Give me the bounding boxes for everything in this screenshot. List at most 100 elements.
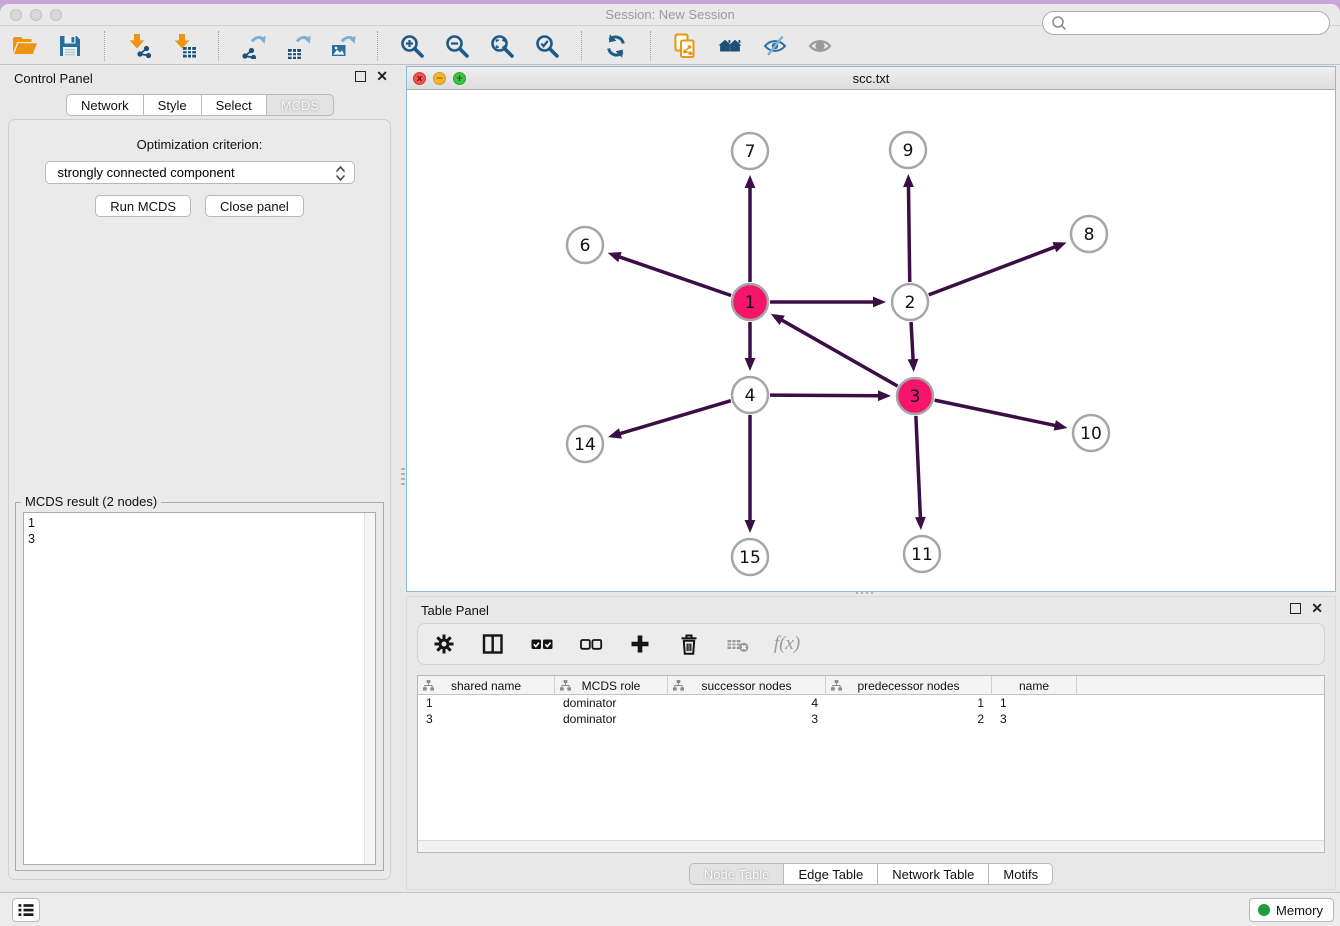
table-tab-node-table[interactable]: Node Table [689, 863, 785, 885]
graph-edge-1-6[interactable] [618, 256, 731, 295]
mcds-result-lines: 13 [28, 515, 371, 547]
memory-status-dot [1258, 904, 1270, 916]
graph-edge-2-8[interactable] [929, 246, 1057, 294]
table-row[interactable]: 3dominator323 [418, 711, 1324, 727]
table-cell[interactable]: dominator [555, 695, 668, 711]
search-icon [1050, 14, 1068, 32]
control-panel-title: Control Panel [14, 71, 93, 86]
delete-row-icon[interactable] [677, 632, 701, 656]
graph-arrowhead-4-3 [878, 390, 891, 401]
mcds-tab-content: Optimization criterion: strongly connect… [8, 119, 391, 880]
function-builder-icon: f(x) [775, 632, 799, 656]
graph-edge-3-10[interactable] [935, 400, 1057, 426]
add-row-icon[interactable] [628, 632, 652, 656]
table-cell[interactable]: 3 [992, 711, 1077, 727]
graph-node-label-2: 2 [905, 293, 916, 313]
close-panel-icon[interactable]: ✕ [376, 71, 388, 82]
zoom-selected-icon[interactable] [534, 33, 560, 59]
clone-network-icon[interactable] [672, 33, 698, 59]
optimization-criterion-dropdown[interactable]: strongly connected component [45, 161, 355, 184]
vertical-splitter-grip[interactable] [401, 468, 405, 486]
hide-details-icon[interactable] [762, 33, 788, 59]
graph-node-label-9: 9 [903, 141, 914, 161]
graph-edge-4-14[interactable] [619, 401, 731, 434]
mcds-result-groupbox: MCDS result (2 nodes) 13 [15, 502, 384, 871]
network-canvas[interactable]: 7968124314101511 [407, 91, 1335, 591]
toolbar-separator [377, 31, 378, 61]
save-session-icon[interactable] [57, 33, 83, 59]
tab-select[interactable]: Select [201, 94, 267, 116]
columns-icon[interactable] [481, 632, 505, 656]
table-close-panel-icon[interactable]: ✕ [1311, 603, 1323, 614]
mcds-result-textarea[interactable]: 13 [23, 512, 376, 865]
table-cell[interactable]: 2 [826, 711, 992, 727]
table-cell[interactable]: 4 [668, 695, 826, 711]
column-header-shared-name[interactable]: shared name [418, 676, 555, 695]
unselect-all-icon[interactable] [579, 632, 603, 656]
graph-arrowhead-2-8 [1052, 242, 1066, 252]
graph-edge-3-1[interactable] [780, 319, 897, 386]
table-cell[interactable]: 1 [992, 695, 1077, 711]
search-box[interactable] [1042, 11, 1330, 35]
open-file-icon[interactable] [12, 33, 38, 59]
export-image-icon[interactable] [330, 33, 356, 59]
memory-button[interactable]: Memory [1249, 898, 1334, 922]
graph-node-label-14: 14 [574, 435, 596, 455]
zoom-fit-icon[interactable] [489, 33, 515, 59]
import-network-icon[interactable] [126, 33, 152, 59]
toolbar-separator [581, 31, 582, 61]
result-scrollbar[interactable] [364, 513, 375, 864]
network-graph[interactable]: 7968124314101511 [407, 91, 1335, 592]
table-row[interactable]: 1dominator411 [418, 695, 1324, 711]
table-panel: Table Panel ✕ f(x) shared nameMCDS roles… [406, 596, 1336, 890]
network-window-titlebar: x − + scc.txt [407, 67, 1335, 90]
table-horizontal-scrollbar[interactable] [418, 840, 1324, 852]
table-float-panel-icon[interactable] [1290, 603, 1301, 614]
graph-edge-3-11[interactable] [916, 416, 921, 519]
task-history-button[interactable] [12, 898, 40, 922]
table-cell[interactable]: 1 [418, 695, 555, 711]
table-tab-edge-table[interactable]: Edge Table [783, 863, 878, 885]
column-header-predecessor-nodes[interactable]: predecessor nodes [826, 676, 992, 695]
graph-arrowhead-4-14 [608, 428, 622, 438]
table-cell[interactable]: 3 [668, 711, 826, 727]
zoom-out-icon[interactable] [444, 33, 470, 59]
graph-node-label-1: 1 [745, 293, 756, 313]
table-tab-network-table[interactable]: Network Table [877, 863, 989, 885]
refresh-icon[interactable] [603, 33, 629, 59]
graph-node-label-4: 4 [745, 386, 756, 406]
dropdown-stepper-icon [334, 165, 347, 182]
table-cell[interactable]: 3 [418, 711, 555, 727]
table-tab-motifs[interactable]: Motifs [988, 863, 1053, 885]
dropdown-value: strongly connected component [58, 165, 235, 180]
float-panel-icon[interactable] [355, 71, 366, 82]
run-mcds-button[interactable]: Run MCDS [95, 195, 191, 217]
table-cell[interactable]: dominator [555, 711, 668, 727]
home-icon[interactable] [717, 33, 743, 59]
column-header-successor-nodes[interactable]: successor nodes [668, 676, 826, 695]
graph-node-label-7: 7 [745, 142, 756, 162]
select-all-icon[interactable] [530, 632, 554, 656]
tab-network[interactable]: Network [66, 94, 144, 116]
graph-edge-2-9[interactable] [908, 185, 909, 282]
settings-gear-icon[interactable] [432, 632, 456, 656]
search-input[interactable] [1068, 14, 1329, 32]
tab-mcds[interactable]: MCDS [266, 94, 334, 116]
graph-edge-4-3[interactable] [770, 395, 880, 396]
network-window-title: scc.txt [407, 71, 1335, 86]
column-header-MCDS-role[interactable]: MCDS role [555, 676, 668, 695]
graph-node-label-6: 6 [580, 236, 591, 256]
import-table-icon[interactable] [171, 33, 197, 59]
export-table-icon[interactable] [285, 33, 311, 59]
export-network-icon[interactable] [240, 33, 266, 59]
node-table: shared nameMCDS rolesuccessor nodesprede… [417, 675, 1325, 853]
column-header-name[interactable]: name [992, 676, 1077, 695]
tab-style[interactable]: Style [143, 94, 202, 116]
graph-edge-2-3[interactable] [911, 322, 913, 361]
control-panel-tabs: NetworkStyleSelectMCDS [0, 94, 400, 116]
close-panel-button[interactable]: Close panel [205, 195, 304, 217]
memory-label: Memory [1276, 903, 1323, 918]
table-cell[interactable]: 1 [826, 695, 992, 711]
graph-node-label-15: 15 [739, 548, 761, 568]
zoom-in-icon[interactable] [399, 33, 425, 59]
